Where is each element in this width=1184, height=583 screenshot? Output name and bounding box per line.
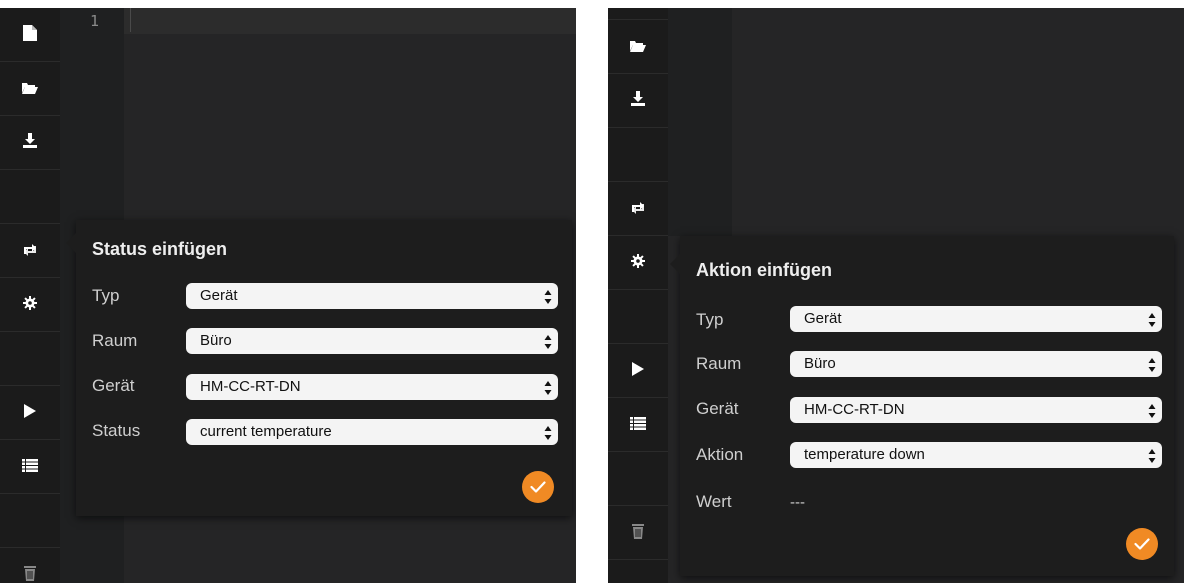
typ-select[interactable]: Gerät	[790, 306, 1162, 332]
toolbar-spacer	[0, 332, 60, 386]
right-toolbar	[608, 8, 668, 583]
confirm-button[interactable]	[1126, 528, 1158, 560]
select-arrows-icon	[1148, 356, 1156, 372]
check-icon	[1134, 535, 1150, 554]
open-file-button[interactable]	[608, 20, 668, 74]
toolbar-spacer	[0, 170, 60, 224]
run-button[interactable]	[608, 344, 668, 398]
aktion-select[interactable]: temperature down	[790, 442, 1162, 468]
list-button[interactable]	[0, 440, 60, 494]
new-file-icon	[23, 24, 37, 45]
active-line-highlight	[124, 8, 576, 34]
left-toolbar	[0, 8, 60, 583]
geraet-select[interactable]: HM-CC-RT-DN	[790, 397, 1162, 423]
status-select[interactable]: current temperature	[186, 419, 558, 445]
popover-title: Aktion einfügen	[696, 260, 832, 280]
select-arrows-icon	[1148, 402, 1156, 418]
raum-select-value: Büro	[200, 332, 232, 349]
typ-label: Typ	[92, 286, 120, 305]
play-icon	[632, 361, 644, 380]
repeat-icon	[630, 199, 646, 218]
select-arrows-icon	[544, 333, 552, 349]
status-select-value: current temperature	[200, 423, 332, 440]
status-insert-popover: Status einfügen Typ Gerät Raum Büro Gerä…	[66, 220, 572, 516]
settings-button[interactable]	[0, 278, 60, 332]
toolbar-spacer	[608, 452, 668, 506]
popover-arrow	[66, 233, 76, 253]
aktion-label: Aktion	[696, 445, 744, 464]
select-arrows-icon	[544, 379, 552, 395]
typ-label: Typ	[696, 310, 724, 329]
wert-label: Wert	[696, 492, 732, 511]
download-icon	[631, 91, 645, 110]
loop-button[interactable]	[0, 224, 60, 278]
raum-select-value: Büro	[804, 355, 836, 372]
trash-icon	[632, 523, 644, 543]
geraet-select[interactable]: HM-CC-RT-DN	[186, 374, 558, 400]
loop-button[interactable]	[608, 182, 668, 236]
line-gutter	[668, 8, 732, 236]
check-icon	[530, 478, 546, 497]
repeat-icon	[22, 241, 38, 260]
toolbar-spacer	[0, 494, 60, 548]
gear-icon	[631, 253, 645, 272]
raum-select[interactable]: Büro	[186, 328, 558, 354]
list-icon	[630, 415, 646, 434]
status-label: Status	[92, 421, 141, 440]
toolbar-spacer	[608, 128, 668, 182]
download-button[interactable]	[608, 74, 668, 128]
run-button[interactable]	[0, 386, 60, 440]
new-file-button[interactable]	[0, 8, 60, 62]
open-file-button[interactable]	[0, 62, 60, 116]
delete-button[interactable]	[0, 548, 60, 583]
text-cursor	[130, 8, 131, 32]
settings-button[interactable]	[608, 236, 668, 290]
aktion-select-value: temperature down	[804, 446, 925, 463]
select-arrows-icon	[544, 424, 552, 440]
raum-label: Raum	[696, 354, 742, 373]
geraet-select-value: HM-CC-RT-DN	[200, 378, 301, 395]
toolbar-spacer	[608, 8, 668, 20]
trash-icon	[24, 565, 36, 583]
open-folder-icon	[22, 79, 38, 98]
line-number: 1	[90, 12, 100, 30]
open-folder-icon	[630, 37, 646, 56]
select-arrows-icon	[1148, 447, 1156, 463]
right-editor-panel: Aktion einfügen Typ Gerät Raum Büro Gerä…	[608, 8, 1184, 583]
gear-icon	[23, 295, 37, 314]
play-icon	[24, 403, 36, 422]
confirm-button[interactable]	[522, 471, 554, 503]
typ-select[interactable]: Gerät	[186, 283, 558, 309]
geraet-label: Gerät	[696, 399, 739, 418]
geraet-select-value: HM-CC-RT-DN	[804, 401, 905, 418]
select-arrows-icon	[544, 288, 552, 304]
select-arrows-icon	[1148, 311, 1156, 327]
download-icon	[23, 133, 37, 152]
action-insert-popover: Aktion einfügen Typ Gerät Raum Büro Gerä…	[670, 236, 1174, 576]
wert-value: ---	[790, 494, 805, 511]
list-button[interactable]	[608, 398, 668, 452]
raum-select[interactable]: Büro	[790, 351, 1162, 377]
geraet-label: Gerät	[92, 376, 135, 395]
left-editor-panel: 1 Status einfügen Typ Gerät Raum Büro Ge…	[0, 8, 576, 583]
toolbar-spacer	[608, 290, 668, 344]
download-button[interactable]	[0, 116, 60, 170]
typ-select-value: Gerät	[804, 310, 842, 327]
list-icon	[22, 457, 38, 476]
raum-label: Raum	[92, 331, 138, 350]
popover-arrow	[670, 254, 680, 274]
delete-button[interactable]	[608, 506, 668, 560]
popover-title: Status einfügen	[92, 239, 228, 259]
typ-select-value: Gerät	[200, 287, 238, 304]
